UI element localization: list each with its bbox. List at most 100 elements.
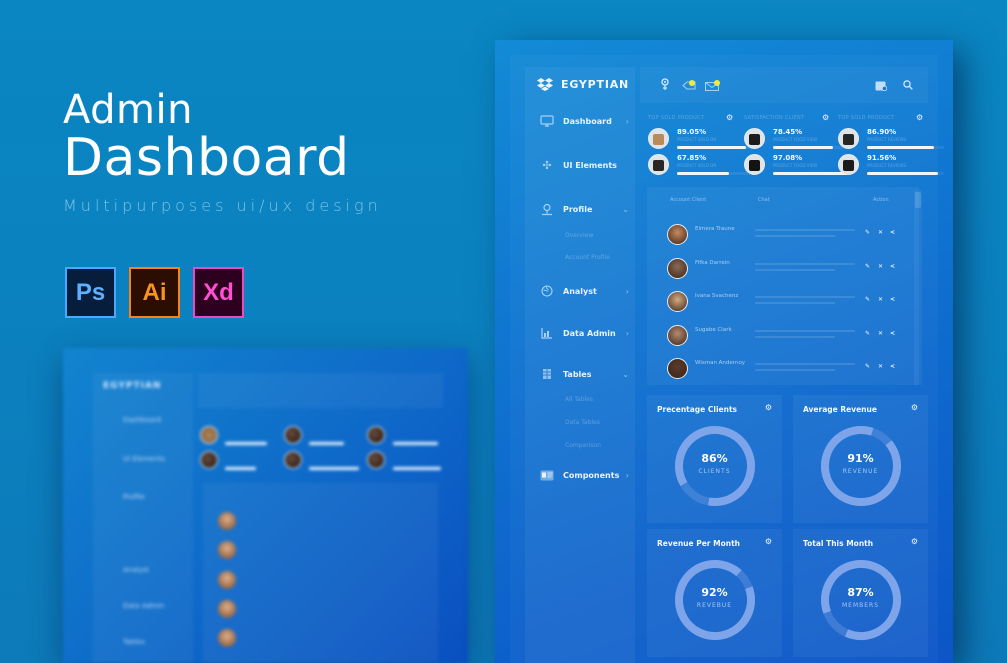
sidebar-item-ui-elements[interactable]: ✣ UI Elements <box>539 158 629 172</box>
delete-icon[interactable]: ✕ <box>878 229 883 236</box>
product-progress-fill <box>677 146 746 149</box>
avatar[interactable] <box>667 291 688 312</box>
delete-icon[interactable]: ✕ <box>878 330 883 337</box>
globe-icon <box>539 284 555 298</box>
hero-text: Admin Dashboard Multipurposes ui/ux desi… <box>63 88 382 215</box>
sidebar-item-components[interactable]: Components › <box>539 468 629 482</box>
chevron-down-icon: ⌄ <box>622 204 629 214</box>
dropbox-logo-icon <box>537 78 553 91</box>
edit-icon[interactable]: ✎ <box>865 363 870 370</box>
sidebar-item-label: Tables <box>563 369 592 379</box>
chat-preview-line <box>755 369 835 371</box>
dashboard-mockup: EGYPTIAN Dashboard › ✣ UI Elements Profi… <box>495 40 953 663</box>
donut-value: 91% <box>847 452 874 465</box>
edit-icon[interactable]: ✎ <box>865 263 870 270</box>
product-caption: PRODUCT REVIEWS <box>867 163 907 168</box>
product-column-header: SATISFACTION CLIENT <box>744 115 805 121</box>
gear-icon[interactable]: ⚙ <box>765 537 772 546</box>
sidebar-item-tables[interactable]: Tables ⌄ <box>539 367 629 381</box>
avatar[interactable] <box>667 358 688 379</box>
share-icon[interactable]: < <box>890 229 895 236</box>
product-thumbnail <box>648 154 669 175</box>
gear-icon[interactable]: ⚙ <box>916 113 923 122</box>
product-progress-fill <box>773 146 834 149</box>
share-icon[interactable]: < <box>890 263 895 270</box>
back-table <box>203 483 438 663</box>
bag-image <box>653 134 664 145</box>
product-info: 67.85% PRODUCT SOLD ON <box>677 154 754 175</box>
donut-label: CLIENTS <box>698 468 731 475</box>
scrollbar-thumb[interactable] <box>915 192 921 208</box>
sidebar-subitem[interactable]: Account Profile <box>565 254 610 261</box>
sidebar-subitem[interactable]: Overview <box>565 232 593 239</box>
search-icon[interactable] <box>903 80 913 93</box>
product-column-header: TOP SOLD PRODUCT <box>838 115 895 121</box>
gear-icon[interactable]: ⚙ <box>822 113 829 122</box>
donut-chart <box>675 426 755 506</box>
chart-icon <box>539 326 555 340</box>
hero-title-admin: Admin <box>63 87 193 133</box>
table-row[interactable]: Elmera Traune ✎ ✕ < <box>665 222 905 248</box>
product-column-header: TOP SOLD PRODUCT <box>648 115 705 121</box>
table-header-chat: Chat <box>758 197 770 203</box>
delete-icon[interactable]: ✕ <box>878 363 883 370</box>
monitor-icon <box>539 114 555 128</box>
gear-icon[interactable]: ⚙ <box>726 113 733 122</box>
table-row[interactable]: Fifka Darrein ✎ ✕ < <box>665 256 905 282</box>
edit-icon[interactable]: ✎ <box>865 330 870 337</box>
brand-logo[interactable]: EGYPTIAN <box>537 77 629 91</box>
share-icon[interactable]: < <box>890 363 895 370</box>
notification-badge <box>689 80 695 86</box>
share-icon[interactable]: < <box>890 296 895 303</box>
back-nav-item: Analyst <box>123 566 149 574</box>
donut-chart <box>821 560 901 640</box>
avatar[interactable] <box>667 324 688 346</box>
back-avatar <box>218 571 236 589</box>
back-nav-item: Profile <box>123 493 145 501</box>
card-title: Total This Month <box>803 539 874 548</box>
sidebar-subitem[interactable]: Comparison <box>565 442 601 449</box>
sidebar-item-analyst[interactable]: Analyst › <box>539 284 629 298</box>
back-brand: EGYPTIAN <box>103 381 162 391</box>
delete-icon[interactable]: ✕ <box>878 296 883 303</box>
illustrator-icon: Ai <box>129 267 180 318</box>
components-icon <box>539 468 555 482</box>
calendar-icon[interactable] <box>875 80 888 94</box>
donut-value: 86% <box>701 452 728 465</box>
table-row[interactable]: Wisman Andernoy ✎ ✕ < <box>665 356 905 382</box>
table-row[interactable]: Ivana Svachenz ✎ ✕ < <box>665 289 905 315</box>
product-progress-fill <box>867 172 938 175</box>
product-thumbnail <box>648 128 669 149</box>
delete-icon[interactable]: ✕ <box>878 263 883 270</box>
product-progress-fill <box>773 172 848 175</box>
back-product-thumb <box>284 451 302 469</box>
donut-arc <box>675 426 755 506</box>
share-icon[interactable]: < <box>890 330 895 337</box>
chat-preview-line <box>755 229 855 231</box>
product-caption: PRODUCT SOLD ON <box>677 163 717 168</box>
product-percent: 86.90% <box>867 128 897 136</box>
back-nav-item: UI Elements <box>123 455 166 463</box>
sidebar-item-data-admin[interactable]: Data Admin › <box>539 326 629 340</box>
settings-icon[interactable] <box>660 78 670 94</box>
table-row[interactable]: Sugabe Clark ✎ ✕ < <box>665 323 905 349</box>
product-stat: 86.90% PRODUCT REVIEWS <box>838 128 944 149</box>
chat-preview-line <box>755 296 855 298</box>
edit-icon[interactable]: ✎ <box>865 296 870 303</box>
edit-icon[interactable]: ✎ <box>865 229 870 236</box>
gear-icon[interactable]: ⚙ <box>765 403 772 412</box>
product-thumbnail <box>838 128 859 149</box>
gear-icon[interactable]: ⚙ <box>911 403 918 412</box>
client-name: Elmera Traune <box>695 226 735 232</box>
back-avatar <box>218 541 236 559</box>
avatar[interactable] <box>667 224 688 245</box>
avatar[interactable] <box>667 257 688 279</box>
gear-icon[interactable]: ⚙ <box>911 537 918 546</box>
sidebar-subitem[interactable]: Data Tables <box>565 419 600 426</box>
sidebar-item-profile[interactable]: Profile ⌄ <box>539 202 629 216</box>
stat-card: Average Revenue ⚙ 91% REVENUE <box>793 395 928 523</box>
sidebar-item-dashboard[interactable]: Dashboard › <box>539 114 629 128</box>
table-scrollbar[interactable] <box>914 190 922 385</box>
sidebar-subitem[interactable]: All Tables <box>565 396 593 403</box>
adobe-xd-icon: Xd <box>193 267 244 318</box>
